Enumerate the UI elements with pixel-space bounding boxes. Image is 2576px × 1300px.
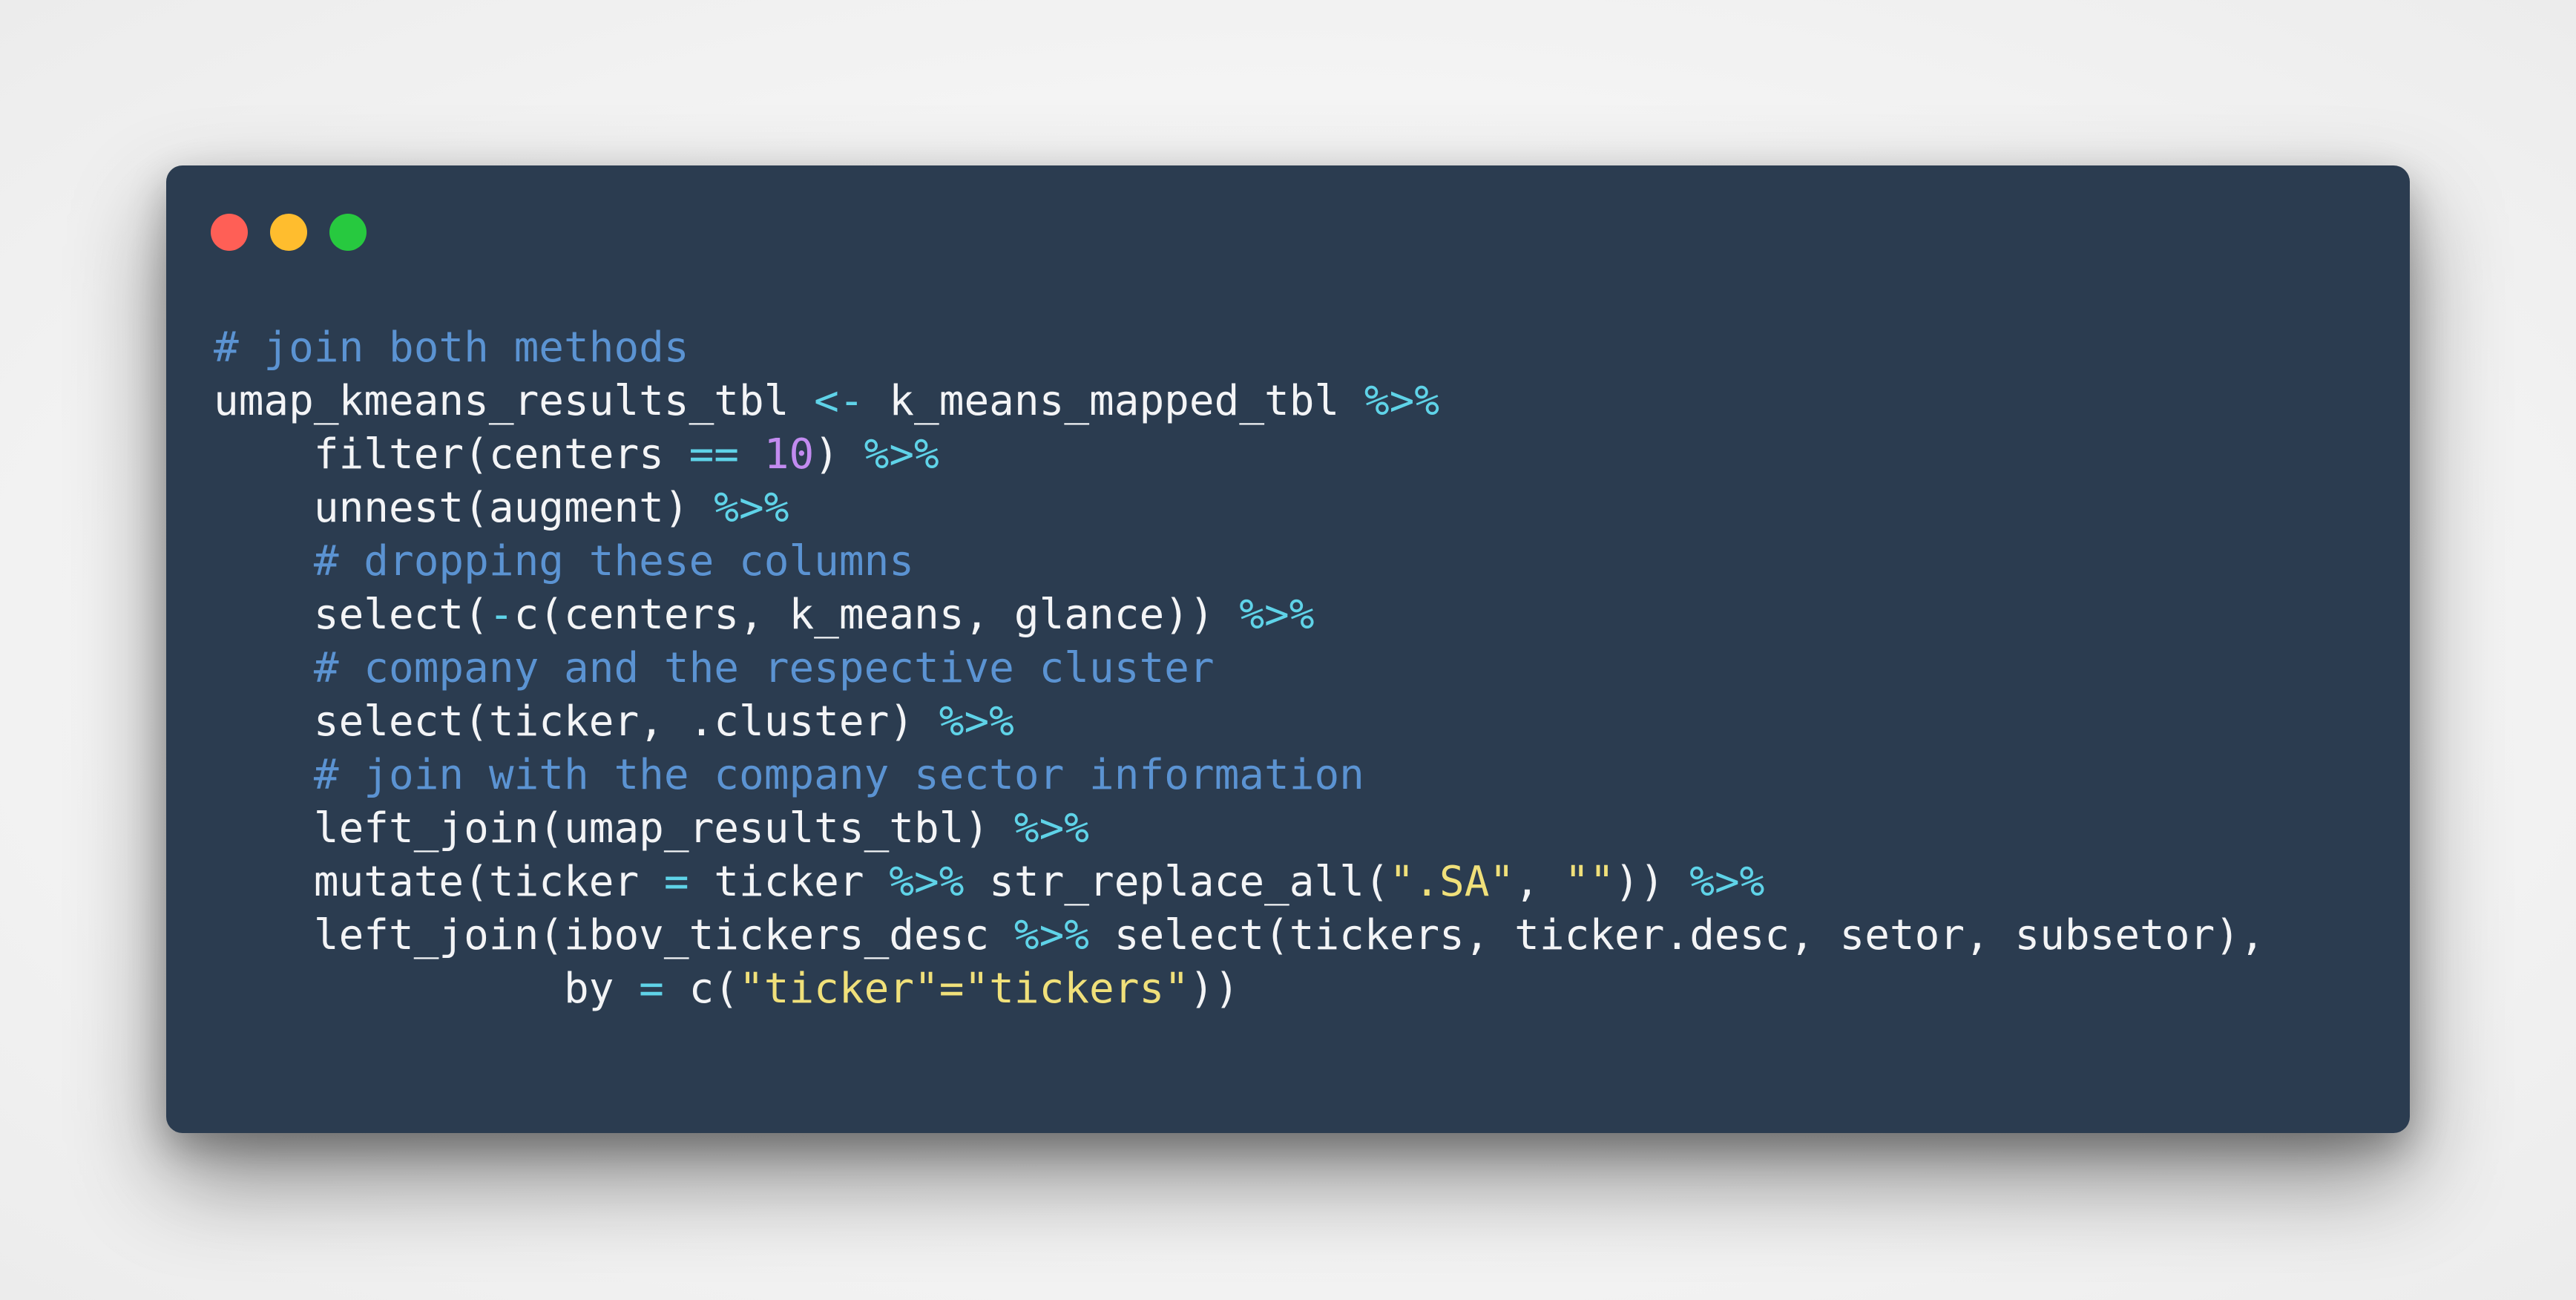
code-line: select(-c(centers, k_means, glance)) %>%	[214, 588, 2380, 642]
code-window: # join both methods umap_kmeans_results_t…	[166, 165, 2410, 1133]
code-token: ,	[1514, 858, 1565, 906]
code-line: select(ticker, .cluster) %>%	[214, 695, 2380, 749]
code-token: ticker	[689, 858, 890, 906]
code-token: %>%	[1689, 858, 1765, 906]
code-block: # join both methods umap_kmeans_results_t…	[214, 321, 2380, 1016]
code-line: left_join(umap_results_tbl) %>%	[214, 802, 2380, 856]
close-button[interactable]	[211, 214, 248, 251]
code-line: # company and the respective cluster	[214, 642, 2380, 695]
code-token: select(tickers, ticker.desc, setor, subs…	[1089, 911, 2265, 959]
code-token: %>%	[1013, 911, 1090, 959]
code-token: ".SA"	[1389, 858, 1515, 906]
maximize-button[interactable]	[329, 214, 367, 251]
code-token: -	[488, 591, 514, 639]
code-line: filter(centers == 10) %>%	[214, 428, 2380, 482]
code-token: unnest(augment)	[214, 484, 714, 532]
window-controls	[211, 214, 389, 251]
code-token: c(	[663, 965, 740, 1013]
code-token: # join both methods	[214, 324, 689, 372]
code-token: mutate(ticker	[214, 858, 664, 906]
code-token: # join with the company sector informati…	[214, 751, 1364, 799]
code-token: left_join(ibov_tickers_desc	[214, 911, 1014, 959]
minimize-button[interactable]	[270, 214, 307, 251]
code-token: filter(centers	[214, 430, 689, 479]
code-token: %>%	[1364, 377, 1440, 425]
code-line: umap_kmeans_results_tbl <- k_means_mappe…	[214, 375, 2380, 428]
code-token: =	[663, 858, 689, 906]
code-token: umap_kmeans_results_tbl	[214, 377, 815, 425]
code-token: ))	[1189, 965, 1240, 1013]
code-token: left_join(umap_results_tbl)	[214, 804, 1014, 853]
code-token: str_replace_all(	[964, 858, 1390, 906]
code-line: # join with the company sector informati…	[214, 749, 2380, 802]
code-token: %>%	[714, 484, 789, 532]
code-line: mutate(ticker = ticker %>% str_replace_a…	[214, 856, 2380, 909]
code-token: ==	[689, 430, 740, 479]
code-token: # company and the respective cluster	[214, 644, 1215, 692]
code-token: 10	[763, 430, 815, 479]
code-token: )	[814, 430, 864, 479]
code-token: %>%	[1013, 804, 1090, 853]
code-token: ""	[1564, 858, 1615, 906]
code-token: %>%	[939, 697, 1014, 746]
code-token: # dropping these columns	[214, 537, 915, 585]
code-token: %>%	[889, 858, 965, 906]
code-line: left_join(ibov_tickers_desc %>% select(t…	[214, 909, 2380, 962]
code-token: %>%	[864, 430, 939, 479]
code-token: "ticker"="tickers"	[739, 965, 1189, 1013]
code-token: c(centers, k_means, glance))	[513, 591, 1240, 639]
code-line: # dropping these columns	[214, 535, 2380, 588]
code-line: by = c("ticker"="tickers"))	[214, 962, 2380, 1016]
code-token: select(	[214, 591, 489, 639]
code-token: select(ticker, .cluster)	[214, 697, 939, 746]
code-token: <-	[814, 377, 864, 425]
code-line: # join both methods	[214, 321, 2380, 375]
code-token: =	[639, 965, 664, 1013]
code-token: %>%	[1239, 591, 1315, 639]
code-line: unnest(augment) %>%	[214, 482, 2380, 535]
code-token: k_means_mapped_tbl	[864, 377, 1364, 425]
code-token: ))	[1614, 858, 1690, 906]
code-token: by	[214, 965, 640, 1013]
